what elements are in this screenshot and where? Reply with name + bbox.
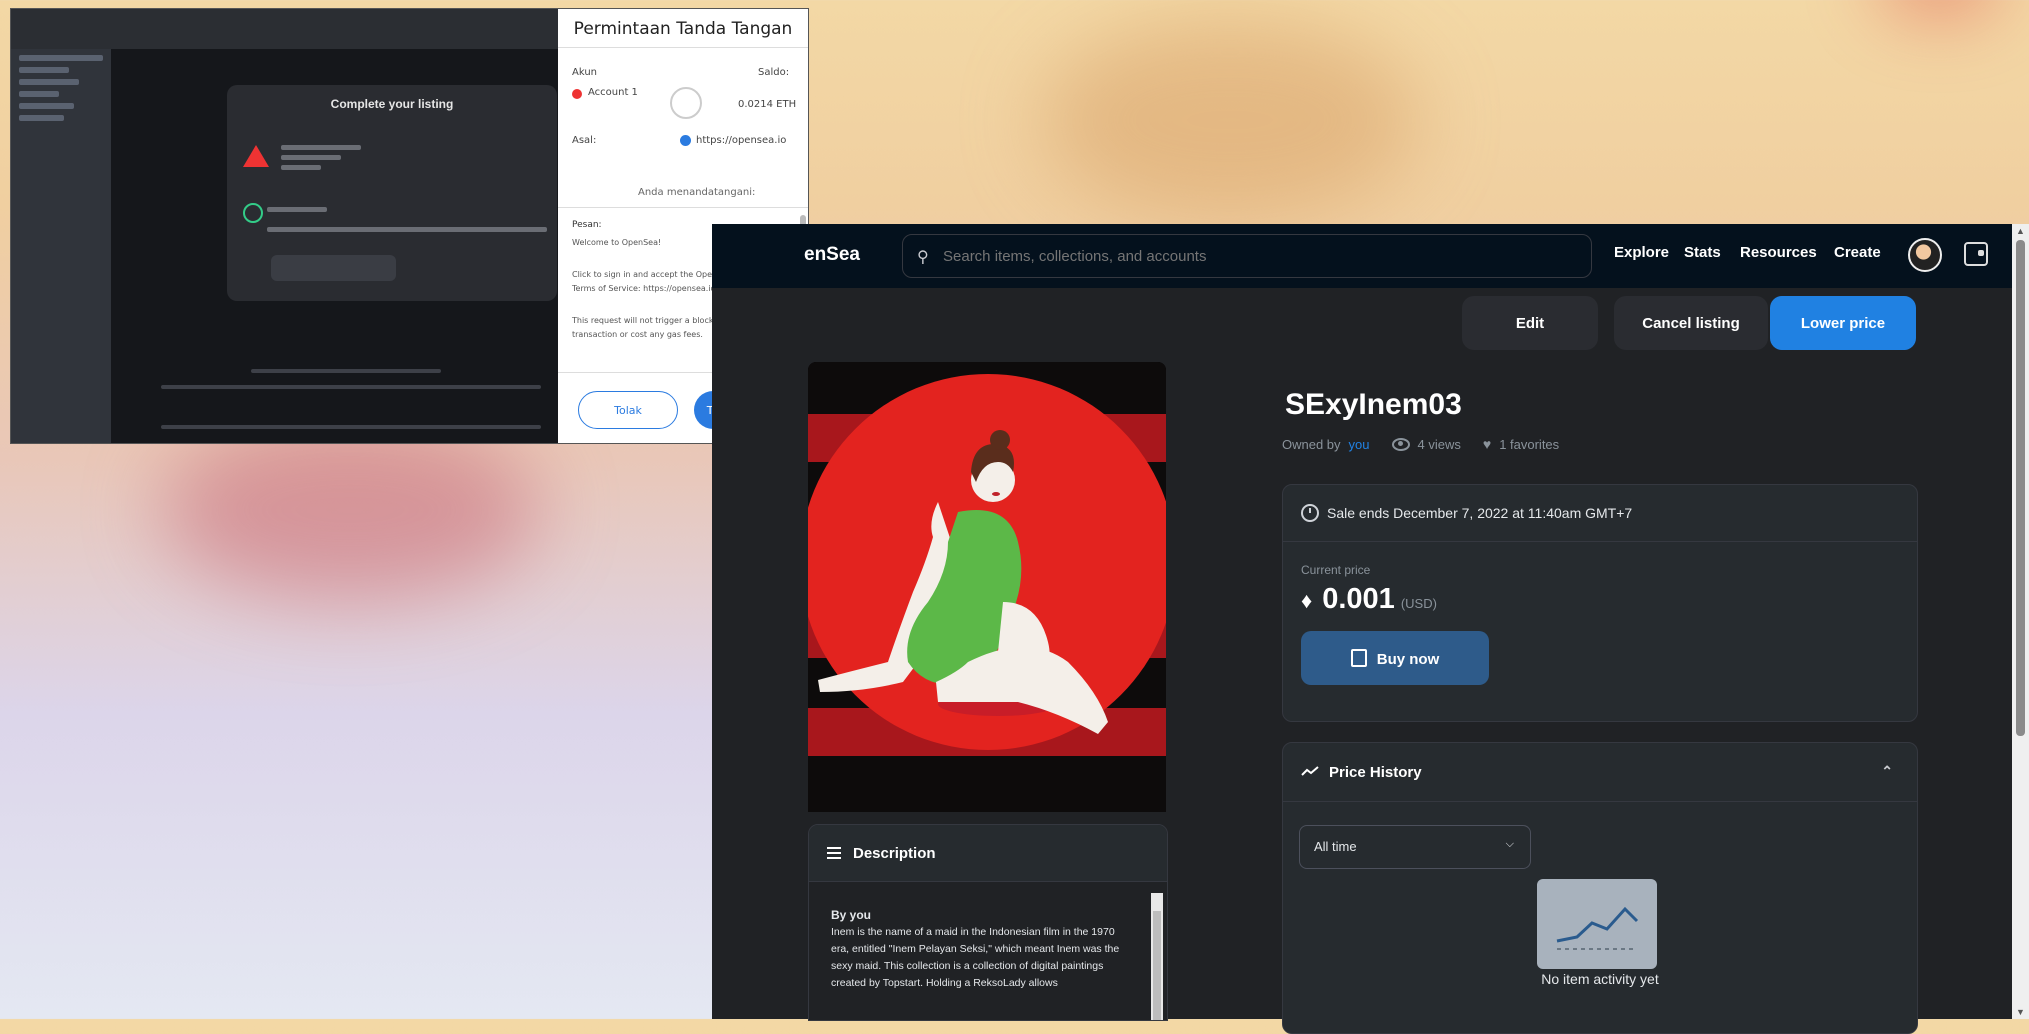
- time-range-select[interactable]: All time ⌵: [1299, 825, 1531, 869]
- browser-bar: [11, 9, 558, 49]
- opensea-window: enSea ⚲ Explore Stats Resources Create E…: [712, 224, 2029, 1034]
- description-author: By you: [831, 908, 872, 922]
- check-circle-icon: [243, 203, 263, 223]
- balance-value: 0.0214 ETH: [738, 99, 797, 110]
- search-input[interactable]: [941, 235, 1565, 277]
- item-title: SExyInem03: [1285, 388, 1462, 421]
- description-scrollbar[interactable]: [1151, 893, 1163, 1020]
- collection-logo-icon: [243, 145, 269, 167]
- text-lines-icon: [827, 844, 841, 862]
- page-scrollbar[interactable]: ▲ ▼: [2012, 224, 2029, 1019]
- account-avatar-icon: [572, 89, 582, 99]
- wallet-title: Permintaan Tanda Tangan: [558, 9, 808, 48]
- message-line: transaction or cost any gas fees.: [572, 330, 703, 339]
- description-text: Inem is the name of a maid in the Indone…: [831, 926, 1120, 989]
- price-history-title: Price History: [1329, 763, 1422, 781]
- cancel-listing-button[interactable]: Cancel listing: [1614, 296, 1768, 350]
- modal-title: Complete your listing: [330, 97, 454, 111]
- nav-create[interactable]: Create: [1834, 244, 1881, 261]
- lower-price-button[interactable]: Lower price: [1770, 296, 1916, 350]
- wallet-icon: [1350, 648, 1367, 667]
- background-glow: [1040, 20, 1420, 220]
- website-icon: [680, 135, 691, 146]
- nav-resources[interactable]: Resources: [1740, 244, 1817, 261]
- screen-capture-thumbnail: Complete your listing Permintaan Tanda T…: [10, 8, 809, 444]
- heart-icon: ♥: [1482, 436, 1492, 452]
- background-glow: [160, 420, 540, 600]
- buy-now-button[interactable]: Buy now: [1301, 631, 1489, 685]
- clock-icon: [1301, 504, 1319, 522]
- brand-logo[interactable]: enSea: [804, 244, 860, 266]
- buy-now-label: Buy now: [1376, 650, 1440, 668]
- wallet-icon[interactable]: [1964, 242, 1988, 266]
- scrollbar-thumb[interactable]: [2016, 240, 2025, 736]
- reject-button[interactable]: Tolak: [578, 391, 678, 429]
- description-body: By you Inem is the name of a maid in the…: [831, 907, 1131, 992]
- description-title: Description: [853, 844, 936, 862]
- background-glow: [1880, 0, 2000, 10]
- current-price-label: Current price: [1301, 563, 1371, 577]
- balance-label: Saldo:: [758, 67, 790, 78]
- no-activity-text: No item activity yet: [1541, 971, 1659, 987]
- top-navbar: enSea ⚲ Explore Stats Resources Create: [712, 224, 2012, 288]
- sale-end-row: Sale ends December 7, 2022 at 11:40am GM…: [1283, 485, 1917, 542]
- owner-link[interactable]: you: [1349, 437, 1370, 452]
- price-usd: (USD): [1400, 596, 1437, 611]
- nft-artwork-image[interactable]: [808, 362, 1166, 812]
- message-label: Pesan:: [572, 220, 602, 230]
- eth-icon: ♦: [1301, 588, 1313, 613]
- sale-end-text: Sale ends December 7, 2022 at 11:40am GM…: [1327, 505, 1633, 521]
- scroll-down-icon[interactable]: ▼: [2016, 1007, 2025, 1017]
- favorites-count[interactable]: 1 favorites: [1499, 437, 1559, 452]
- message-line: This request will not trigger a blockcha…: [572, 316, 736, 325]
- description-card: Description By you Inem is the name of a…: [808, 824, 1168, 1021]
- time-range-value: All time: [1314, 839, 1357, 854]
- chevron-down-icon: ⌵: [1505, 838, 1514, 850]
- eye-icon: [1391, 437, 1410, 451]
- account-name: Account 1: [588, 87, 638, 98]
- message-line: Terms of Service: https://opensea.io/tos: [572, 284, 731, 293]
- waiting-button[interactable]: [271, 255, 396, 281]
- nft-illustration: [808, 362, 1166, 812]
- profile-avatar-icon[interactable]: [1908, 238, 1942, 272]
- sale-panel: Sale ends December 7, 2022 at 11:40am GM…: [1282, 484, 1918, 722]
- signing-header: Anda menandatangani:: [638, 187, 756, 198]
- nav-explore[interactable]: Explore: [1614, 244, 1669, 261]
- message-line: Click to sign in and accept the OpenSea: [572, 270, 733, 279]
- origin-value: https://opensea.io: [696, 135, 787, 146]
- trend-line-icon: [1301, 764, 1319, 781]
- description-header[interactable]: Description: [809, 825, 1167, 882]
- edit-button[interactable]: Edit: [1462, 296, 1598, 350]
- owned-by-label: Owned by: [1282, 436, 1341, 452]
- account-label: Akun: [572, 67, 597, 78]
- current-price: ♦ 0.001 (USD): [1301, 583, 1437, 616]
- ide-sidebar: [11, 49, 111, 443]
- price-history-header[interactable]: Price History ⌃: [1283, 743, 1917, 802]
- message-line: Welcome to OpenSea!: [572, 238, 662, 247]
- item-meta: Owned by you 4 views ♥ 1 favorites: [1282, 436, 1559, 452]
- empty-chart-icon: [1537, 879, 1657, 969]
- views-count: 4 views: [1417, 436, 1461, 452]
- scroll-up-icon[interactable]: ▲: [2016, 226, 2025, 236]
- price-value: 0.001: [1322, 583, 1395, 615]
- search-bar[interactable]: ⚲: [902, 234, 1592, 278]
- price-history-panel: Price History ⌃ All time ⌵ No item activ…: [1282, 742, 1918, 1034]
- nav-stats[interactable]: Stats: [1684, 244, 1721, 261]
- origin-label: Asal:: [572, 135, 597, 146]
- search-icon: ⚲: [917, 249, 929, 266]
- chevron-up-icon[interactable]: ⌃: [1881, 763, 1893, 780]
- avatar: [670, 87, 702, 119]
- complete-listing-modal: Complete your listing: [227, 85, 557, 301]
